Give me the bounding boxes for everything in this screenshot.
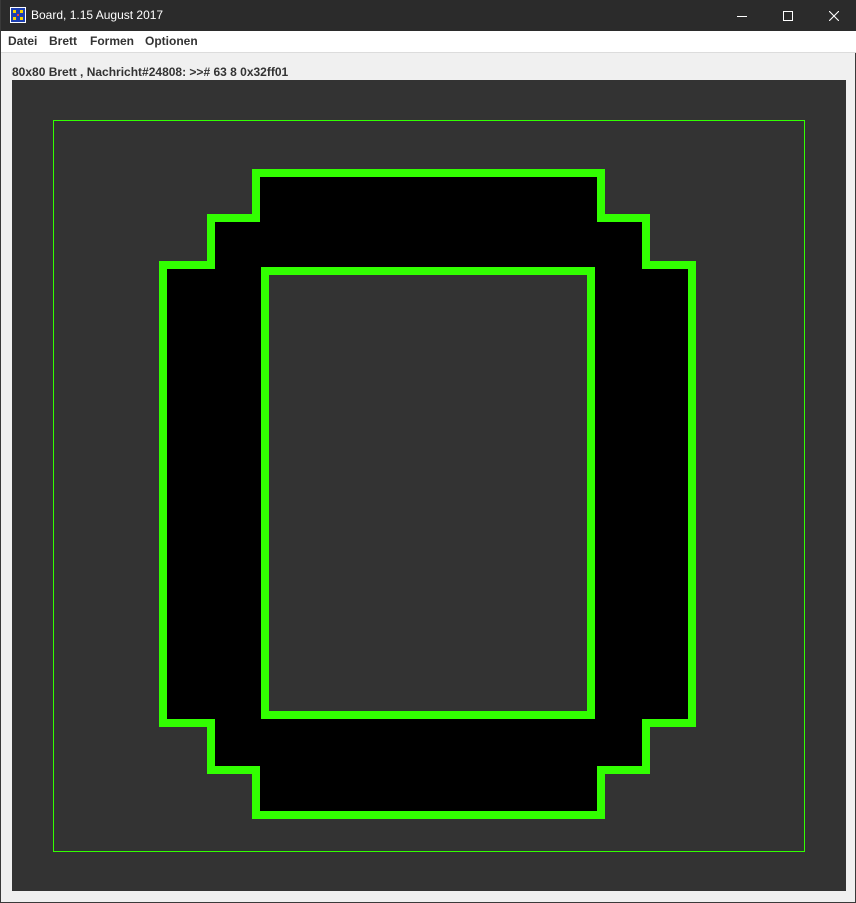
menu-bar: Datei Brett Formen Optionen xyxy=(1,31,856,53)
minimize-icon xyxy=(737,15,747,17)
minimize-button[interactable] xyxy=(719,0,765,31)
status-message: 80x80 Brett , Nachricht#24808: >># 63 8 … xyxy=(12,65,289,79)
app-window: Board, 1.15 August 2017 Datei Brett Form… xyxy=(0,0,856,903)
close-icon xyxy=(829,10,839,21)
maximize-button[interactable] xyxy=(765,0,811,31)
menu-optionen[interactable]: Optionen xyxy=(145,31,198,52)
board-drawing xyxy=(53,120,805,852)
inner-rectangle xyxy=(261,267,595,719)
window-title: Board, 1.15 August 2017 xyxy=(31,8,164,22)
maximize-icon xyxy=(783,10,793,21)
close-button[interactable] xyxy=(811,0,856,31)
board-canvas[interactable] xyxy=(12,80,846,891)
menu-formen[interactable]: Formen xyxy=(90,31,134,52)
menu-datei[interactable]: Datei xyxy=(8,31,37,52)
board-app-icon xyxy=(10,7,26,23)
title-bar[interactable]: Board, 1.15 August 2017 xyxy=(1,0,856,31)
menu-brett[interactable]: Brett xyxy=(49,31,77,52)
